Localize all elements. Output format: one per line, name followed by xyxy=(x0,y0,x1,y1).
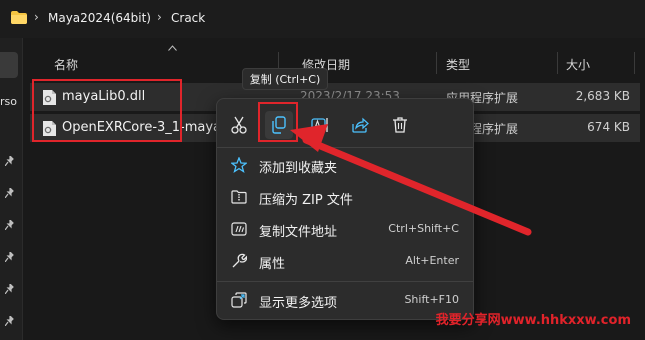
column-header-size[interactable]: 大小 xyxy=(566,56,590,73)
column-header-type[interactable]: 类型 xyxy=(446,56,470,73)
pin-icon[interactable] xyxy=(5,316,15,326)
copy-path-icon xyxy=(231,222,247,236)
cut-button[interactable] xyxy=(225,111,253,139)
menu-item-label: 复制文件地址 xyxy=(259,225,338,240)
menu-item-label: 属性 xyxy=(259,257,286,272)
cut-icon xyxy=(231,116,247,134)
menu-item-show-more-options[interactable]: 显示更多选项 Shift+F10 xyxy=(221,285,469,315)
column-header-row: 名称 修改日期 类型 大小 xyxy=(22,50,645,76)
menu-divider xyxy=(217,147,473,148)
file-size: 2,683 KB xyxy=(575,89,630,103)
file-size: 674 KB xyxy=(587,120,630,134)
breadcrumb-chevron-icon[interactable]: › xyxy=(157,10,162,24)
pin-icon[interactable] xyxy=(5,220,15,230)
annotation-highlight-box xyxy=(32,79,182,142)
annotation-copy-highlight-box xyxy=(258,102,298,142)
share-button[interactable] xyxy=(346,111,374,139)
pin-icon[interactable] xyxy=(5,156,15,166)
menu-item-copy-path[interactable]: 复制文件地址 Ctrl+Shift+C xyxy=(221,214,469,244)
menu-item-properties[interactable]: 属性 Alt+Enter xyxy=(221,246,469,276)
menu-item-shortcut: Alt+Enter xyxy=(405,254,459,267)
rename-button[interactable] xyxy=(306,111,334,139)
menu-item-add-to-favorites[interactable]: 添加到收藏夹 xyxy=(221,150,469,180)
pin-icon[interactable] xyxy=(5,284,15,294)
menu-divider xyxy=(217,281,473,282)
delete-button[interactable] xyxy=(386,111,414,139)
breadcrumb-chevron-icon[interactable]: › xyxy=(34,10,39,24)
address-bar[interactable]: › Maya2024(64bit) › Crack xyxy=(0,0,645,38)
pin-icon[interactable] xyxy=(5,252,15,262)
menu-item-compress-zip[interactable]: 压缩为 ZIP 文件 xyxy=(221,182,469,212)
star-icon xyxy=(231,157,247,173)
menu-item-label: 显示更多选项 xyxy=(259,296,338,311)
zip-icon xyxy=(231,190,247,204)
file-explorer-window: › Maya2024(64bit) › Crack rso 名称 修改日期 类型… xyxy=(0,0,645,340)
column-divider[interactable] xyxy=(557,52,558,74)
nav-item-label[interactable]: rso xyxy=(0,95,17,108)
menu-item-label: 压缩为 ZIP 文件 xyxy=(259,193,353,208)
wrench-icon xyxy=(232,253,247,268)
context-menu: 添加到收藏夹 压缩为 ZIP 文件 复制文件地址 Ctrl+Shift+C 属性… xyxy=(216,98,474,320)
menu-item-shortcut: Shift+F10 xyxy=(404,293,459,306)
column-divider[interactable] xyxy=(634,52,635,74)
more-options-icon xyxy=(231,292,247,308)
folder-icon xyxy=(11,11,27,24)
column-header-name[interactable]: 名称 xyxy=(54,56,78,73)
pin-icon[interactable] xyxy=(5,188,15,198)
watermark-text: 我要分享网www.hhkxxw.com xyxy=(435,313,631,328)
menu-item-label: 添加到收藏夹 xyxy=(259,161,338,176)
copy-tooltip: 复制 (Ctrl+C) xyxy=(242,68,328,90)
column-divider[interactable] xyxy=(436,52,437,74)
breadcrumb-item-maya[interactable]: Maya2024(64bit) xyxy=(48,11,151,25)
breadcrumb-item-crack[interactable]: Crack xyxy=(171,11,205,25)
delete-icon xyxy=(393,117,407,133)
share-icon xyxy=(352,117,369,133)
navigation-pane: rso xyxy=(0,38,23,340)
rename-icon xyxy=(311,118,328,132)
nav-selected-item[interactable] xyxy=(0,52,18,78)
menu-item-shortcut: Ctrl+Shift+C xyxy=(388,222,459,235)
